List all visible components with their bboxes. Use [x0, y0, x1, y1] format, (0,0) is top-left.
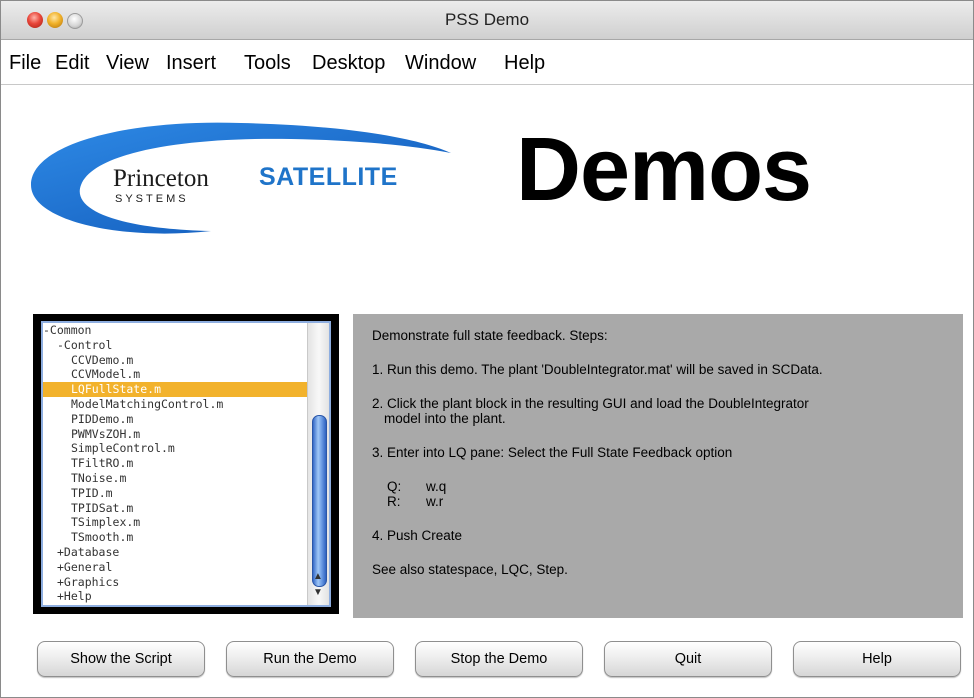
menu-insert[interactable]: Insert	[166, 52, 216, 75]
tree-item[interactable]: PWMVsZOH.m	[43, 427, 329, 442]
menu-tools[interactable]: Tools	[244, 52, 291, 75]
logo-text-systems: SYSTEMS	[115, 193, 189, 205]
scroll-down-arrow-icon[interactable]: ▼	[313, 587, 323, 598]
princeton-satellite-logo: Princeton SATELLITE SYSTEMS	[31, 113, 451, 243]
demo-tree-list[interactable]: -Common -Control CCVDemo.m CCVModel.m LQFull…	[41, 321, 331, 607]
tree-item[interactable]: CCVDemo.m	[43, 353, 329, 368]
menu-desktop[interactable]: Desktop	[312, 52, 385, 75]
demo-description-panel: Demonstrate full state feedback. Steps: …	[353, 314, 963, 618]
menu-view[interactable]: View	[106, 52, 149, 75]
logo-text-princeton: Princeton	[113, 165, 209, 192]
menu-help[interactable]: Help	[504, 52, 545, 75]
menu-edit[interactable]: Edit	[55, 52, 89, 75]
tree-item[interactable]: +Graphics	[43, 575, 321, 590]
description-line: Q:	[387, 479, 402, 494]
scroll-up-arrow-icon[interactable]: ▲	[313, 571, 323, 582]
window-title: PSS Demo	[444, 10, 530, 29]
page-title: Demos	[516, 120, 812, 220]
title-bar: PSS Demo	[1, 1, 973, 40]
tree-item[interactable]: TSmooth.m	[43, 530, 329, 545]
description-line: w.r	[426, 494, 444, 509]
menu-window[interactable]: Window	[405, 52, 476, 75]
tree-item[interactable]: -Control	[43, 338, 321, 353]
tree-item[interactable]: CCVModel.m	[43, 367, 329, 382]
show-script-button[interactable]: Show the Script	[37, 641, 205, 677]
tree-item[interactable]: LQFullState.m	[43, 382, 329, 398]
tree-item[interactable]: SimpleControl.m	[43, 441, 329, 456]
tree-item[interactable]: TNoise.m	[43, 471, 329, 486]
description-line: 2. Click the plant block in the resultin…	[372, 396, 809, 411]
tree-item[interactable]: +Help	[43, 589, 321, 604]
tree-item[interactable]: +General	[43, 560, 321, 575]
description-line: Demonstrate full state feedback. Steps:	[372, 328, 608, 343]
description-line: See also statespace, LQC, Step.	[372, 562, 568, 577]
tree-item[interactable]: ModelMatchingControl.m	[43, 397, 329, 412]
quit-button[interactable]: Quit	[604, 641, 772, 677]
description-line: w.q	[426, 479, 447, 494]
app-window: PSS Demo File Edit View Insert Tools Des…	[0, 0, 974, 698]
logo-text-satellite: SATELLITE	[259, 163, 398, 191]
description-line: model into the plant.	[384, 411, 506, 426]
run-demo-button[interactable]: Run the Demo	[226, 641, 394, 677]
help-button[interactable]: Help	[793, 641, 961, 677]
menu-bar: File Edit View Insert Tools Desktop Wind…	[1, 40, 973, 85]
description-line: 1. Run this demo. The plant 'DoubleInteg…	[372, 362, 823, 377]
tree-item[interactable]: TSimplex.m	[43, 515, 329, 530]
stop-demo-button[interactable]: Stop the Demo	[415, 641, 583, 677]
demo-tree-frame: -Common -Control CCVDemo.m CCVModel.m LQFull…	[33, 314, 339, 614]
tree-scrollbar[interactable]: ▲ ▼	[307, 323, 329, 605]
tree-item[interactable]: +Database	[43, 545, 321, 560]
menu-file[interactable]: File	[9, 52, 41, 75]
tree-item[interactable]: TPIDSat.m	[43, 501, 329, 516]
description-line: 4. Push Create	[372, 528, 463, 543]
tree-item[interactable]: TPID.m	[43, 486, 329, 501]
scrollbar-thumb[interactable]	[312, 415, 327, 587]
tree-item[interactable]: -Common	[43, 323, 307, 338]
tree-item[interactable]: TFiltRO.m	[43, 456, 329, 471]
tree-item[interactable]: PIDDemo.m	[43, 412, 329, 427]
description-line: R:	[387, 494, 401, 509]
description-line: 3. Enter into LQ pane: Select the Full S…	[372, 445, 733, 460]
